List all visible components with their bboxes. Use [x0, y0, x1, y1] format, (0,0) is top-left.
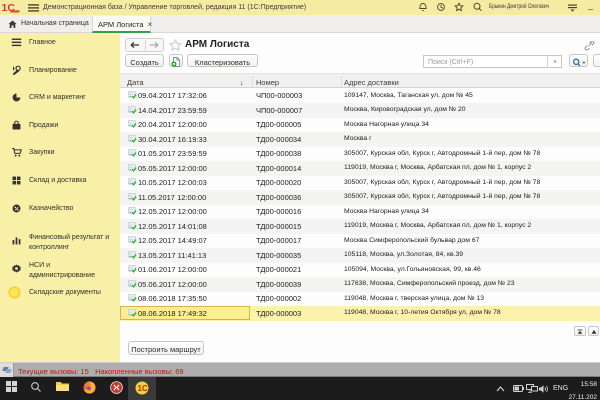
- svg-text:1С: 1С: [138, 384, 148, 393]
